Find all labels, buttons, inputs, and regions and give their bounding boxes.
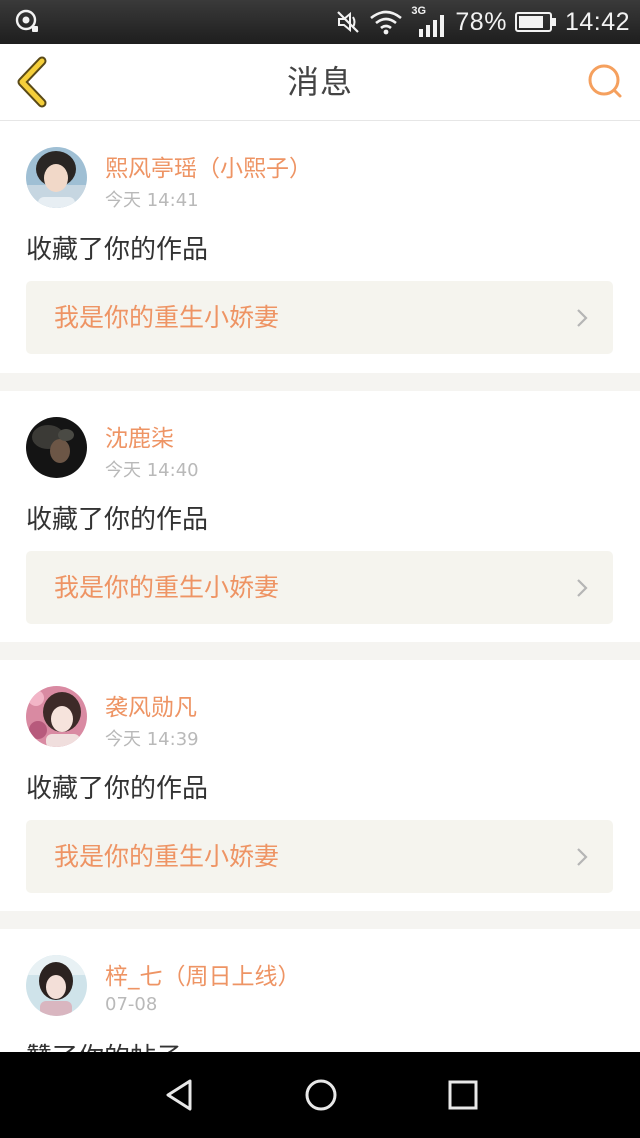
notification-card: 袭风勋凡 今天 14:39 收藏了你的作品 我是你的重生小娇妻 [0, 660, 640, 911]
action-text: 收藏了你的作品 [26, 774, 209, 804]
nav-back-button[interactable] [158, 1073, 202, 1117]
notification-card: 梓_七（周日上线） 07-08 赞了你的帖子 [0, 929, 640, 1052]
timestamp: 今天 14:39 [105, 729, 199, 750]
username[interactable]: 熙风亭瑶（小熙子） [105, 149, 312, 183]
timestamp: 07-08 [105, 994, 158, 1015]
work-title: 我是你的重生小娇妻 [54, 573, 280, 602]
timestamp: 今天 14:41 [105, 190, 199, 211]
recents-square-icon [448, 1080, 478, 1110]
action-text: 收藏了你的作品 [26, 505, 209, 535]
wifi-icon [370, 10, 403, 35]
signal-icon: 3G [411, 5, 447, 37]
username[interactable]: 沈鹿柒 [105, 419, 174, 453]
notification-list[interactable]: 熙风亭瑶（小熙子） 今天 14:41 收藏了你的作品 我是你的重生小娇妻 沈鹿柒… [0, 121, 640, 1052]
notification-card: 熙风亭瑶（小熙子） 今天 14:41 收藏了你的作品 我是你的重生小娇妻 [0, 121, 640, 373]
work-link[interactable]: 我是你的重生小娇妻 [26, 551, 613, 624]
work-title: 我是你的重生小娇妻 [54, 303, 280, 332]
avatar[interactable] [26, 686, 87, 747]
notification-card: 沈鹿柒 今天 14:40 收藏了你的作品 我是你的重生小娇妻 [0, 391, 640, 642]
timestamp: 今天 14:40 [105, 460, 199, 481]
battery-icon [514, 12, 556, 32]
app-header: 消息 [0, 44, 640, 121]
location-icon [15, 9, 38, 32]
nav-home-button[interactable] [299, 1073, 343, 1117]
back-triangle-icon [166, 1079, 192, 1111]
nav-recents-button[interactable] [441, 1073, 485, 1117]
work-link[interactable]: 我是你的重生小娇妻 [26, 820, 613, 893]
search-icon [588, 64, 622, 98]
search-button[interactable] [584, 60, 628, 104]
action-text: 收藏了你的作品 [26, 235, 209, 265]
mute-icon [337, 11, 360, 33]
clock: 14:42 [564, 7, 630, 36]
avatar[interactable] [26, 147, 87, 208]
action-text: 赞了你的帖子 [26, 1037, 182, 1052]
username[interactable]: 袭风勋凡 [105, 688, 197, 722]
work-link[interactable]: 我是你的重生小娇妻 [26, 281, 613, 354]
chevron-right-icon [577, 579, 588, 597]
username[interactable]: 梓_七（周日上线） [105, 957, 301, 991]
avatar[interactable] [26, 417, 87, 478]
status-bar: 3G 78% 14:42 [0, 0, 640, 44]
home-circle-icon [305, 1079, 337, 1111]
avatar[interactable] [26, 955, 87, 1016]
work-title: 我是你的重生小娇妻 [54, 842, 280, 871]
chevron-right-icon [577, 848, 588, 866]
battery-percent: 78% [455, 7, 507, 36]
system-nav-bar [0, 1052, 640, 1138]
chevron-right-icon [577, 309, 588, 327]
page-title: 消息 [286, 63, 353, 101]
